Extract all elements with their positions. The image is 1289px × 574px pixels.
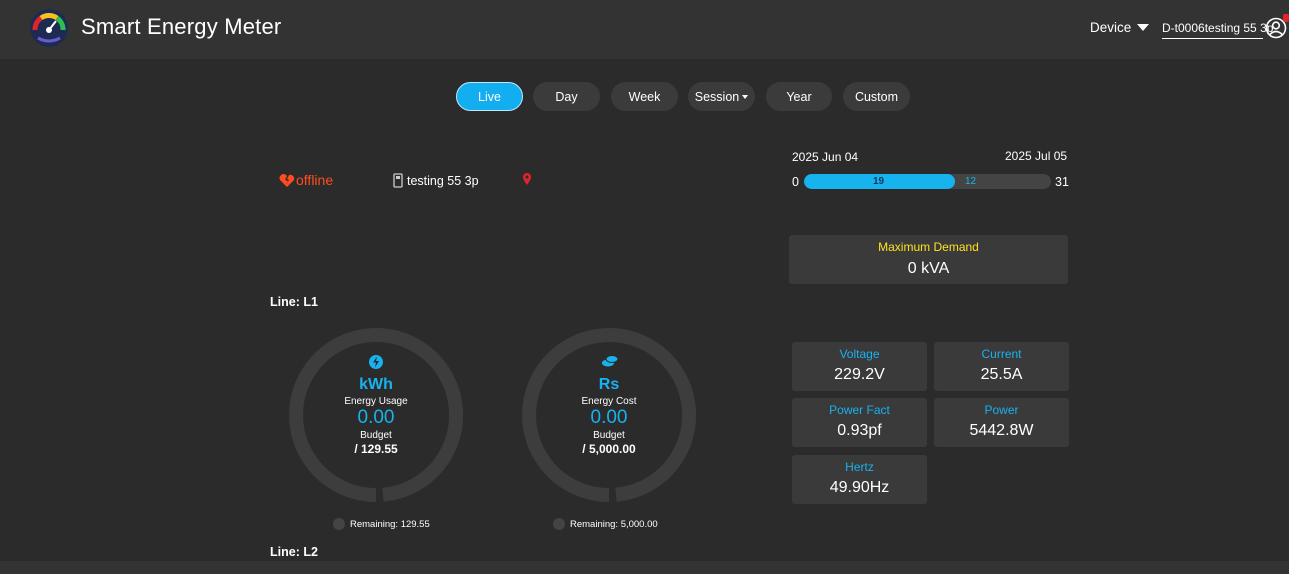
location-pin-icon[interactable] — [522, 172, 532, 186]
metric-card-voltage: Voltage 229.2V — [792, 342, 927, 391]
metric-value: 5442.8W — [969, 422, 1034, 439]
metric-card-power: Power 5442.8W — [934, 398, 1069, 447]
remaining-indicator: Remaining: 129.55 — [333, 518, 430, 530]
metric-value: 229.2V — [834, 366, 885, 383]
gauge-label: Energy Usage — [344, 396, 408, 407]
tab-label: Session — [694, 89, 740, 104]
top-bar: Smart Energy Meter Device D-t0006testing… — [0, 0, 1289, 59]
gauge-budget-label: Budget — [360, 430, 392, 441]
period-remaining: 12 — [965, 176, 977, 187]
period-end-date: 2025 Jul 05 — [1005, 149, 1068, 163]
tab-live[interactable]: Live — [456, 82, 523, 111]
chevron-down-icon — [1137, 24, 1150, 31]
tab-label: Live — [478, 89, 501, 104]
tab-session[interactable]: Session — [688, 82, 755, 111]
tab-label: Day — [555, 89, 578, 104]
gauge-label: Energy Cost — [581, 396, 637, 407]
metric-card-power-factor: Power Fact 0.93pf — [792, 398, 927, 447]
remaining-dot — [553, 518, 565, 530]
device-menu[interactable]: Device — [1090, 20, 1150, 35]
device-select[interactable]: D-t0006testing 55 3p — [1162, 21, 1273, 39]
metric-title: Power — [984, 403, 1019, 417]
metric-value: 25.5A — [980, 366, 1023, 383]
metric-value: 49.90Hz — [829, 479, 890, 496]
chevron-down-icon — [742, 94, 749, 99]
line-l2-label: Line: L2 — [270, 545, 318, 559]
lightning-icon — [369, 355, 383, 369]
gauge-content: Rs Energy Cost 0.00 Budget / 5,000.00 — [517, 323, 701, 507]
max-demand-value: 0 kVA — [907, 260, 950, 277]
metric-card-current: Current 25.5A — [934, 342, 1069, 391]
device-name-text: testing 55 3p — [407, 173, 479, 188]
period-progress-bar — [804, 174, 1051, 189]
coins-icon — [602, 355, 619, 367]
gauge-budget: / 5,000.00 — [582, 442, 636, 456]
metric-title: Voltage — [839, 347, 880, 361]
metric-card-hertz: Hertz 49.90Hz — [792, 455, 927, 504]
tab-year[interactable]: Year — [766, 82, 832, 111]
gauge-value: 0.00 — [590, 407, 628, 428]
metric-title: Current — [981, 347, 1022, 361]
gauge-unit: kWh — [359, 376, 393, 393]
broken-heart-icon — [279, 174, 295, 187]
app-title: Smart Energy Meter — [81, 14, 282, 39]
energy-usage-gauge: kWh Energy Usage 0.00 Budget / 129.55 — [284, 323, 468, 507]
remaining-text: Remaining: 5,000.00 — [570, 518, 658, 530]
device-info: testing 55 3p — [393, 173, 479, 188]
gauge-value: 0.00 — [357, 407, 395, 428]
gauge-budget: / 129.55 — [354, 442, 398, 456]
remaining-dot — [333, 518, 345, 530]
line-l1-label: Line: L1 — [270, 295, 318, 309]
connection-status: offline — [278, 172, 333, 188]
metric-title: Hertz — [845, 460, 874, 474]
metric-value: 0.93pf — [837, 422, 882, 439]
remaining-indicator: Remaining: 5,000.00 — [553, 518, 658, 530]
tab-day[interactable]: Day — [533, 82, 600, 111]
tab-label: Custom — [854, 89, 899, 104]
remaining-text: Remaining: 129.55 — [350, 518, 430, 530]
period-start-date: 2025 Jun 04 — [792, 150, 859, 164]
bottom-scroll-area — [0, 561, 1289, 574]
tab-label: Week — [628, 89, 661, 104]
tab-custom[interactable]: Custom — [843, 82, 910, 111]
notification-badge — [1283, 14, 1289, 22]
max-demand-card: Maximum Demand 0 kVA — [789, 235, 1068, 284]
gauge-content: kWh Energy Usage 0.00 Budget / 129.55 — [284, 323, 468, 507]
connection-status-text: offline — [296, 172, 334, 188]
gauge-budget-label: Budget — [593, 430, 625, 441]
gauge-logo-icon — [30, 9, 68, 47]
meter-device-icon — [393, 173, 403, 188]
period-min: 0 — [792, 175, 799, 189]
energy-cost-gauge: Rs Energy Cost 0.00 Budget / 5,000.00 — [517, 323, 701, 507]
tab-label: Year — [786, 89, 812, 104]
max-demand-title: Maximum Demand — [878, 240, 979, 254]
period-current: 19 — [873, 176, 885, 187]
device-menu-label: Device — [1090, 20, 1132, 35]
gauge-unit: Rs — [598, 376, 620, 393]
period-max: 31 — [1055, 175, 1069, 189]
metric-title: Power Fact — [829, 403, 890, 417]
tab-week[interactable]: Week — [611, 82, 678, 111]
